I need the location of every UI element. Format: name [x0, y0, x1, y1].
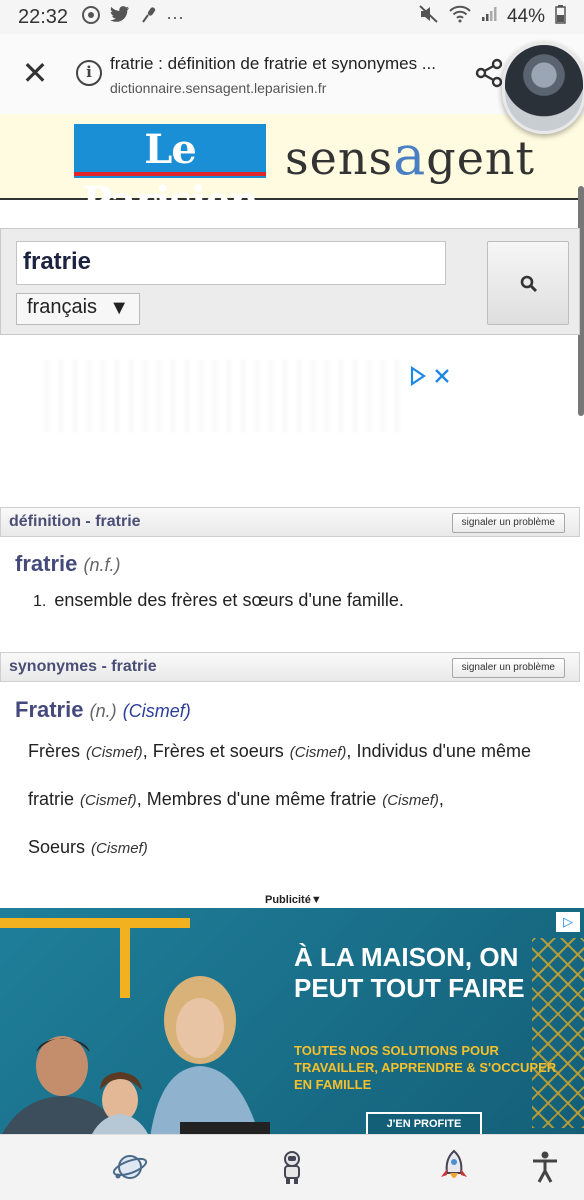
search-icon: [520, 275, 538, 293]
separator: ,: [136, 789, 147, 809]
sensagent-logo-a: a: [393, 124, 427, 187]
sensagent-logo-part: sens: [285, 131, 394, 185]
tab-title: fratrie : définition de fratrie et synon…: [110, 54, 436, 73]
definition-section-title: définition - fratrie: [9, 513, 141, 530]
wifi-icon: [449, 5, 471, 29]
language-select-value: français: [27, 296, 98, 318]
mute-icon: [419, 5, 439, 29]
info-icon[interactable]: i: [76, 60, 102, 86]
ad-decor-line: [0, 918, 190, 928]
separator: ,: [346, 741, 357, 761]
ad-headline: À LA MAISON, ON PEUT TOUT FAIRE: [294, 942, 525, 1003]
synonym-item[interactable]: Membres d'une même fratrie (Cismef): [147, 789, 439, 809]
rocket-icon[interactable]: [436, 1149, 472, 1185]
synonym-source: (Cismef): [80, 792, 137, 809]
synonym-item[interactable]: Frères (Cismef): [28, 741, 143, 761]
search-input[interactable]: fratrie: [16, 241, 446, 285]
status-time: 22:32: [18, 5, 69, 28]
definition-item: 1. ensemble des frères et sœurs d'une fam…: [33, 590, 404, 611]
headword[interactable]: fratrie: [15, 551, 77, 576]
ad-banner[interactable]: À LA MAISON, ON PEUT TOUT FAIRE TOUTES N…: [0, 908, 584, 1134]
synonym-term[interactable]: Frères: [28, 741, 80, 761]
separator: ,: [438, 789, 444, 809]
synonym-source: (Cismef): [86, 744, 143, 761]
report-problem-button[interactable]: signaler un problème: [451, 658, 565, 678]
microphone-icon: [140, 6, 156, 29]
ad-slot-top: [0, 336, 584, 500]
avatar[interactable]: [502, 42, 584, 134]
signal-icon: [481, 6, 497, 28]
ad-pattern: [532, 938, 584, 1128]
definition-text: ensemble des frères et sœurs d'une famil…: [54, 590, 404, 610]
synonym-list: Frères (Cismef), Frères et soeurs (Cismef)…: [28, 728, 568, 872]
synonym-term[interactable]: Soeurs: [28, 837, 85, 857]
dropdown-arrow-icon: ▼: [310, 894, 322, 906]
tab-url: dictionnaire.sensagent.leparisien.fr: [110, 80, 327, 96]
synonyms-headword: Fratrie (n.) (Cismef): [15, 697, 191, 723]
close-icon[interactable]: ✕: [18, 56, 52, 90]
status-bar: 22:32 ··· 44%: [0, 0, 584, 34]
definition-section-bar: définition - fratrie signaler un problèm…: [0, 507, 580, 537]
status-right: 44%: [419, 4, 566, 30]
synonym-source: (Cismef): [289, 744, 347, 761]
adchoices-icon[interactable]: ▷: [556, 912, 580, 932]
leparisien-logo[interactable]: Le Parisien: [74, 124, 266, 225]
headword[interactable]: Fratrie: [15, 697, 83, 722]
more-dots: ···: [166, 6, 185, 27]
astronaut-icon[interactable]: [274, 1149, 310, 1185]
synonym-term[interactable]: Membres d'une même fratrie: [147, 789, 377, 809]
dropdown-arrow-icon: ▼: [109, 297, 129, 319]
leparisien-logo-underline: [74, 172, 266, 176]
search-panel: fratrie français ▼: [0, 228, 580, 335]
synonyms-section-title: synonymes - fratrie: [9, 658, 157, 675]
grammar-tag: (n.): [89, 701, 117, 721]
battery-percent: 44%: [506, 6, 545, 27]
publicite-text: Publicité: [265, 894, 311, 906]
ad-subtext: TOUTES NOS SOLUTIONS POUR TRAVAILLER, AP…: [294, 1043, 557, 1092]
publicite-label[interactable]: Publicité▼: [265, 894, 322, 906]
share-icon[interactable]: [474, 58, 504, 88]
sensagent-logo-part: gent: [426, 131, 536, 185]
synonym-source: (Cismef): [91, 840, 148, 857]
synonym-item[interactable]: Soeurs (Cismef): [28, 837, 148, 857]
battery-icon: [555, 4, 566, 30]
twitter-icon: [110, 6, 130, 28]
search-button[interactable]: [487, 241, 569, 325]
definition-number: 1.: [33, 593, 47, 610]
synonym-item[interactable]: Frères et soeurs (Cismef): [153, 741, 347, 761]
bottom-navigation: [0, 1134, 584, 1200]
accessibility-icon[interactable]: [530, 1149, 566, 1185]
synonym-term[interactable]: Frères et soeurs: [153, 741, 284, 761]
report-problem-button[interactable]: signaler un problème: [451, 513, 565, 533]
adchoices-icon[interactable]: [410, 365, 454, 392]
source-link[interactable]: Cismef: [129, 701, 185, 721]
custom-tab-bar: ✕ i fratrie : définition de fratrie et s…: [0, 34, 584, 114]
sensagent-logo[interactable]: sensagent: [285, 124, 535, 187]
synonym-source: (Cismef): [382, 792, 439, 809]
ad-family-image: [2, 976, 270, 1134]
ad-cta-button[interactable]: J'EN PROFITE: [366, 1112, 482, 1134]
grammar-tag: (n.f.): [83, 555, 121, 575]
chrome-icon: [82, 5, 101, 29]
source-close: ): [184, 701, 191, 721]
synonyms-section-bar: synonymes - fratrie signaler un problème: [0, 652, 580, 682]
separator: ,: [142, 741, 153, 761]
language-select[interactable]: français ▼: [16, 293, 140, 325]
planet-icon[interactable]: [112, 1149, 148, 1185]
site-header: Le Parisien sensagent: [0, 114, 584, 225]
definition-headword: fratrie (n.f.): [15, 551, 121, 577]
ad-placeholder: [44, 360, 404, 432]
